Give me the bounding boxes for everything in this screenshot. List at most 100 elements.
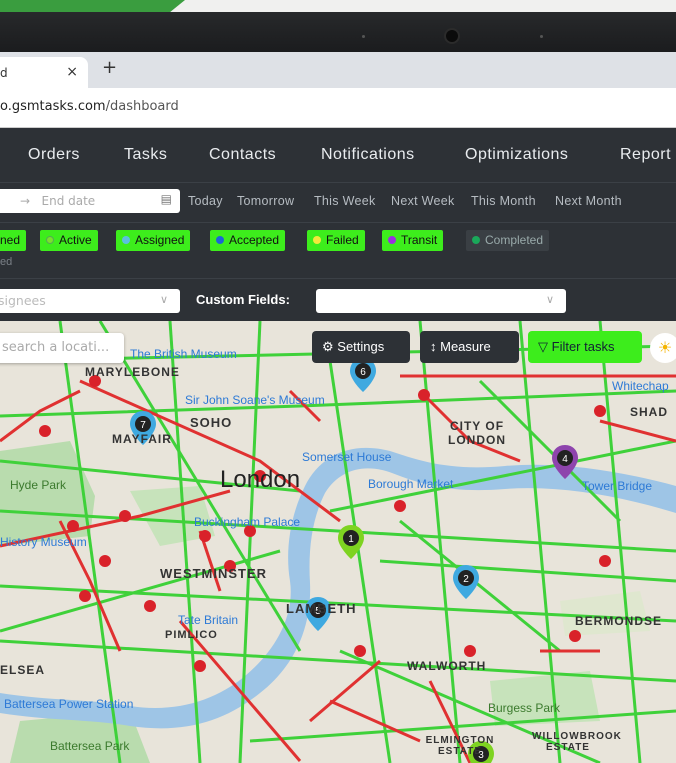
- webcam-icon: [446, 30, 458, 42]
- status-chip-assigned[interactable]: Assigned: [116, 230, 191, 251]
- device-bezel: [0, 0, 676, 52]
- nav-orders[interactable]: Orders: [28, 146, 80, 164]
- url-host: o.gsmtasks.com: [0, 99, 106, 114]
- ruler-icon: ↕: [430, 339, 437, 354]
- status-chip-completed[interactable]: Completed: [466, 230, 550, 251]
- marker-number: 6: [360, 367, 366, 378]
- green-banner: [0, 0, 185, 12]
- nav-optimizations[interactable]: Optimizations: [465, 146, 568, 164]
- location-search-input[interactable]: search a locati...: [0, 333, 124, 363]
- sensor-dot: [540, 35, 543, 38]
- filter-icon: ▽: [538, 339, 548, 354]
- measure-label: Measure: [440, 339, 491, 354]
- app-navbar: Orders Tasks Contacts Notifications Opti…: [0, 128, 676, 182]
- assignees-placeholder: signees: [0, 293, 46, 308]
- status-overflow: ed: [0, 256, 13, 268]
- map-label: Borough Market: [368, 477, 454, 491]
- nav-notifications[interactable]: Notifications: [321, 146, 415, 164]
- task-marker[interactable]: 1: [338, 525, 364, 559]
- status-label: Failed: [326, 233, 359, 247]
- map-label: Somerset House: [302, 450, 392, 464]
- settings-label: Settings: [337, 339, 385, 354]
- url-path: /dashboard: [105, 99, 179, 114]
- map-label: Tower Bridge: [582, 479, 653, 493]
- map-label: ELMINGTON ESTATE: [425, 735, 495, 757]
- quick-this-month[interactable]: This Month: [471, 194, 536, 208]
- map-label: History Museum: [0, 535, 87, 549]
- map-label: MAYFAIR: [112, 432, 172, 446]
- sun-icon[interactable]: ☀: [650, 333, 676, 363]
- map-label: WESTMINSTER: [160, 566, 268, 581]
- chevron-down-icon: ∨: [545, 293, 554, 306]
- assignees-select[interactable]: signees ∨: [0, 289, 180, 313]
- quick-next-week[interactable]: Next Week: [391, 194, 455, 208]
- filter-tasks-button[interactable]: ▽ Filter tasks: [528, 331, 642, 363]
- status-label: Active: [59, 233, 92, 247]
- map-label: WILLOWBROOK ESTATE: [532, 731, 622, 753]
- task-marker[interactable]: 6: [350, 358, 376, 392]
- marker-number: 7: [140, 420, 146, 431]
- address-bar[interactable]: o.gsmtasks.com/dashboard: [0, 88, 676, 128]
- map-label: Buckingham Palace: [194, 515, 301, 529]
- map-canvas[interactable]: 1 2 3 4 5 6 7 The British Museum MARYLEB…: [0, 321, 676, 763]
- status-chip-active[interactable]: Active: [40, 230, 98, 251]
- quick-tomorrow[interactable]: Tomorrow: [237, 194, 294, 208]
- status-label: Completed: [485, 233, 544, 247]
- status-label: Accepted: [229, 233, 280, 247]
- status-label: Transit: [401, 233, 438, 247]
- map-label: The British Museum: [130, 347, 237, 361]
- status-chip-failed[interactable]: Failed: [307, 230, 365, 251]
- filter-label: Filter tasks: [551, 339, 615, 354]
- marker-number: 1: [348, 534, 354, 545]
- gear-icon: ⚙: [322, 339, 334, 354]
- marker-number: 4: [562, 454, 568, 465]
- calendar-icon[interactable]: ▤: [161, 192, 172, 206]
- quick-next-month[interactable]: Next Month: [555, 194, 622, 208]
- status-dot-icon: [46, 236, 54, 244]
- map-label: ELSEA: [0, 663, 46, 677]
- status-chip-transit[interactable]: Transit: [382, 230, 444, 251]
- end-date-placeholder: End date: [41, 194, 96, 208]
- status-chip-accepted[interactable]: Accepted: [210, 230, 286, 251]
- sensor-dot: [362, 35, 365, 38]
- date-arrow: →: [20, 194, 31, 208]
- browser-tab[interactable]: d ×: [0, 57, 88, 88]
- status-chip-planned[interactable]: ned: [0, 230, 27, 251]
- status-dot-icon: [216, 236, 224, 244]
- map-label: BERMONDSE: [575, 614, 663, 628]
- quick-today[interactable]: Today: [188, 194, 223, 208]
- marker-number: 2: [463, 574, 469, 585]
- end-date-input[interactable]: → End date ▤: [0, 189, 180, 213]
- status-dot-icon: [313, 236, 321, 244]
- status-dot-icon: [122, 236, 130, 244]
- quick-this-week[interactable]: This Week: [314, 194, 376, 208]
- map-label: Hyde Park: [10, 478, 67, 492]
- measure-button[interactable]: ↕ Measure: [420, 331, 519, 363]
- map-label: WALWORTH: [407, 659, 487, 673]
- tab-title: d: [0, 66, 8, 80]
- map-label: Whitechap: [612, 379, 669, 393]
- nav-contacts[interactable]: Contacts: [209, 146, 276, 164]
- status-label: ned: [0, 233, 21, 247]
- map-label: SHAD: [630, 405, 669, 419]
- map-label: MARYLEBONE: [85, 365, 180, 379]
- map-label: Battersea Park: [50, 739, 130, 753]
- search-placeholder: search a locati...: [2, 340, 110, 355]
- new-tab-button[interactable]: +: [102, 57, 117, 78]
- city-label: London: [220, 466, 301, 493]
- custom-fields-label: Custom Fields:: [196, 292, 290, 307]
- nav-reports[interactable]: Report: [620, 146, 671, 164]
- task-marker[interactable]: 4: [552, 445, 578, 479]
- custom-fields-select[interactable]: ∨: [316, 289, 566, 313]
- map-label: PIMLICO: [165, 629, 218, 641]
- map-label: LAMBETH: [286, 601, 357, 616]
- settings-button[interactable]: ⚙ Settings: [312, 331, 410, 363]
- nav-tasks[interactable]: Tasks: [124, 146, 167, 164]
- task-marker[interactable]: 2: [453, 565, 479, 599]
- chevron-down-icon: ∨: [159, 293, 168, 306]
- map-pin-icon: 4: [552, 445, 578, 479]
- map-label: Burgess Park: [488, 701, 561, 715]
- map-label: Battersea Power Station: [4, 697, 134, 711]
- close-icon[interactable]: ×: [66, 64, 78, 80]
- map-label: SOHO: [190, 415, 233, 430]
